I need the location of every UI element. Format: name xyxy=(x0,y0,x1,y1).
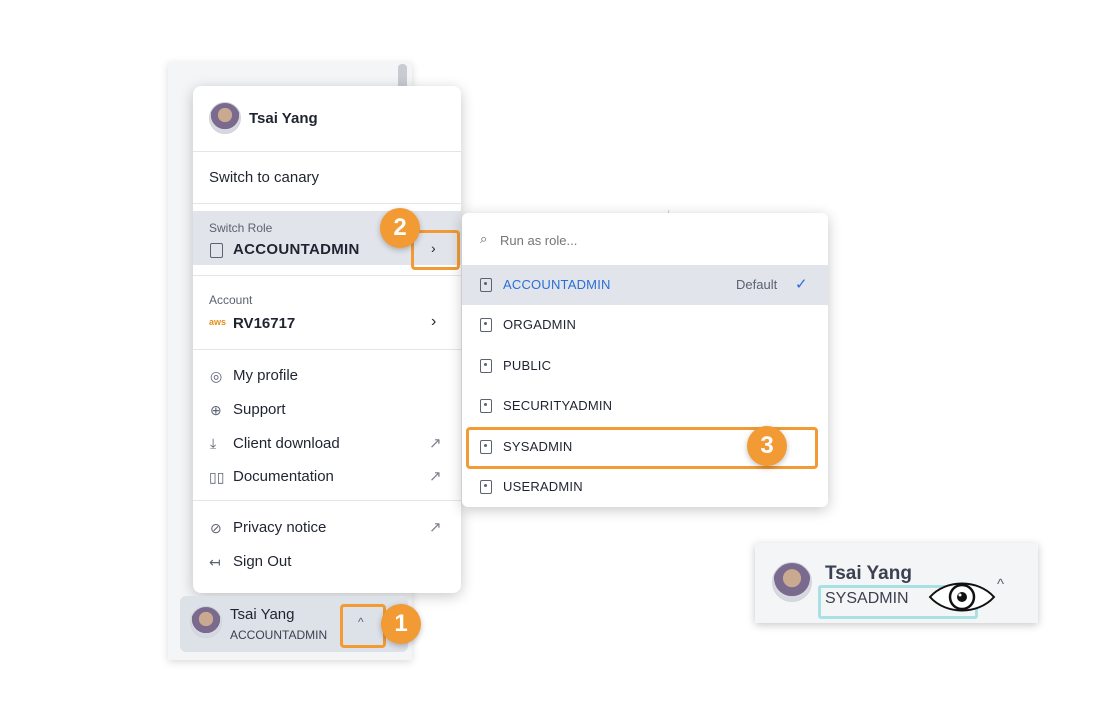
privacy-notice-item[interactable]: Privacy notice xyxy=(233,519,326,536)
role-option-orgadmin[interactable]: ORGADMIN xyxy=(462,305,828,345)
avatar xyxy=(190,606,222,638)
divider xyxy=(193,500,461,501)
divider xyxy=(193,151,461,152)
avatar xyxy=(209,102,241,134)
step-badge-1: 1 xyxy=(381,604,421,644)
highlight-box xyxy=(411,230,460,270)
sign-out-icon: ↤ xyxy=(209,554,221,570)
role-icon xyxy=(480,278,492,292)
documentation-item[interactable]: Documentation xyxy=(233,468,334,485)
aws-logo-icon: aws xyxy=(209,317,227,327)
check-icon: ✓ xyxy=(795,276,808,293)
role-label: ORGADMIN xyxy=(503,317,577,332)
external-link-icon: ↗ xyxy=(429,468,442,485)
step-badge-3: 3 xyxy=(747,426,787,466)
search-icon: ⌕ xyxy=(480,231,488,246)
role-search-input[interactable] xyxy=(498,228,802,252)
switch-to-canary-item[interactable]: Switch to canary xyxy=(209,169,319,186)
highlight-box xyxy=(340,604,386,648)
book-icon: ▯▯ xyxy=(209,469,225,485)
my-profile-item[interactable]: My profile xyxy=(233,367,298,384)
role-label: SECURITYADMIN xyxy=(503,398,613,413)
external-link-icon: ↗ xyxy=(429,519,442,536)
person-circle-icon: ◎ xyxy=(210,368,223,384)
role-option-accountadmin[interactable]: ACCOUNTADMIN Default ✓ xyxy=(462,265,828,305)
role-label: PUBLIC xyxy=(503,358,552,373)
default-label: Default xyxy=(736,277,778,292)
lifebuoy-icon: ⊕ xyxy=(210,402,222,418)
menu-user-name: Tsai Yang xyxy=(249,110,318,127)
account-id: RV16717 xyxy=(233,315,296,332)
user-button-role: ACCOUNTADMIN xyxy=(230,628,328,642)
eye-icon xyxy=(928,582,996,612)
role-option-public[interactable]: PUBLIC xyxy=(462,346,828,386)
chevron-right-icon[interactable]: › xyxy=(431,313,436,331)
eye-slash-icon: ⊘ xyxy=(210,520,222,536)
chevron-up-icon[interactable]: ^ xyxy=(997,576,1004,593)
download-icon: ⤓ xyxy=(210,435,217,451)
switch-role-label: Switch Role xyxy=(209,221,273,235)
result-user-name: Tsai Yang xyxy=(825,563,912,584)
role-icon xyxy=(210,243,223,258)
sign-out-item[interactable]: Sign Out xyxy=(233,553,291,570)
user-menu: Tsai Yang Switch to canary Switch Role A… xyxy=(193,86,461,593)
user-button-name: Tsai Yang xyxy=(230,606,295,623)
divider xyxy=(193,349,461,350)
support-item[interactable]: Support xyxy=(233,401,286,418)
avatar xyxy=(772,562,812,602)
role-label: USERADMIN xyxy=(503,479,583,494)
external-link-icon: ↗ xyxy=(429,435,442,452)
step-badge-2: 2 xyxy=(380,208,420,248)
role-icon xyxy=(480,318,492,332)
role-label: ACCOUNTADMIN xyxy=(503,277,611,292)
role-icon xyxy=(480,399,492,413)
role-icon xyxy=(480,480,492,494)
role-option-securityadmin[interactable]: SECURITYADMIN xyxy=(462,386,828,426)
role-option-useradmin[interactable]: USERADMIN xyxy=(462,467,828,507)
divider xyxy=(193,203,461,204)
client-download-item[interactable]: Client download xyxy=(233,435,340,452)
divider xyxy=(193,275,461,276)
account-label: Account xyxy=(209,293,253,307)
current-role: ACCOUNTADMIN xyxy=(233,241,360,258)
role-icon xyxy=(480,359,492,373)
